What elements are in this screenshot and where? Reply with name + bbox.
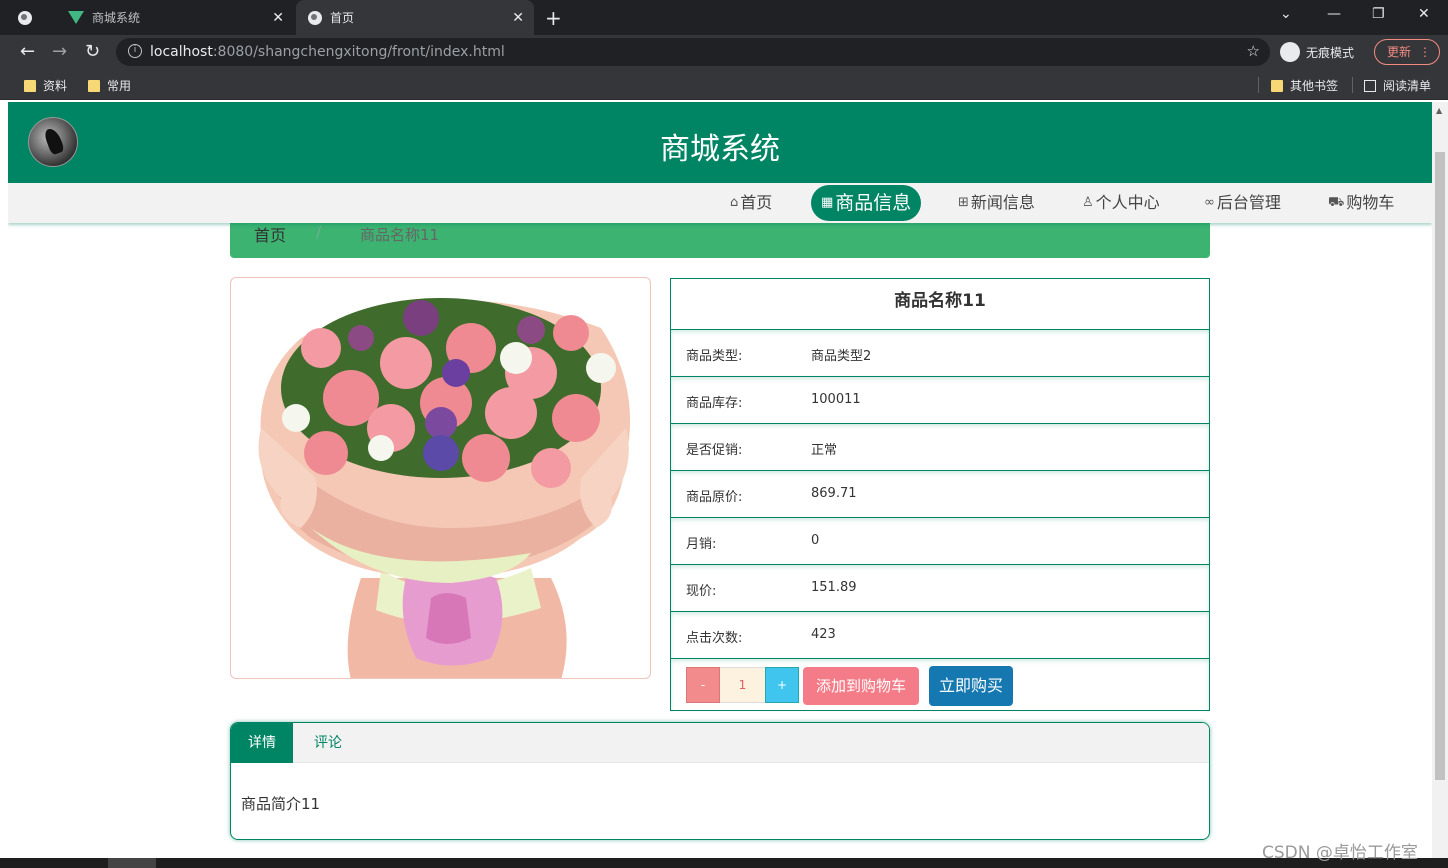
bookmark-other[interactable]: 其他书签 [1271,77,1338,94]
forward-icon[interactable]: → [52,41,67,62]
tab-comments[interactable]: 评论 [297,723,359,763]
scrollbar-thumb[interactable] [1435,152,1445,780]
info-row-clicks: 点击次数: 423 [671,611,1209,658]
field-label: 现价: [686,584,717,599]
field-label: 商品库存: [686,396,743,411]
nav-item-admin[interactable]: ∞ 后台管理 [1204,183,1281,223]
field-value: 423 [811,627,836,642]
back-icon[interactable]: ← [20,41,35,62]
product-image [230,277,651,679]
product-info-panel: 商品名称11 商品类型: 商品类型2 商品库存: 100011 是否促销: 正常… [670,278,1210,711]
nav-item-products[interactable]: ▦ 商品信息 [811,185,922,221]
breadcrumb-current: 商品名称11 [360,226,440,244]
star-icon[interactable]: ☆ [1247,42,1260,60]
globe-icon [18,10,32,25]
quantity-decrease-button[interactable]: - [686,667,720,703]
field-value: 151.89 [811,580,857,595]
field-value: 正常 [811,443,838,458]
info-row-stock: 商品库存: 100011 [671,376,1209,423]
window-close-icon[interactable]: ✕ [1418,6,1430,22]
info-row-monthly-sales: 月销: 0 [671,517,1209,564]
tab-details[interactable]: 详情 [231,723,293,763]
info-row-original-price: 商品原价: 869.71 [671,470,1209,517]
chevron-down-icon[interactable]: ⌄ [1280,6,1292,22]
add-to-cart-button[interactable]: 添加到购物车 [803,667,919,705]
folder-icon [24,79,36,92]
gift-icon: ⊞ [958,195,969,210]
field-value: 商品类型2 [811,349,872,364]
main-nav: ⌂ 首页 ▦ 商品信息 ⊞ 新闻信息 ♙ 个人中心 ∞ 后台管理 ⛟ 购物车 [8,183,1432,223]
browser-tab-title: 商城系统 [92,11,141,25]
reading-list-icon [1364,79,1376,92]
site-header: 商城系统 [8,102,1432,183]
field-value: 0 [811,533,820,548]
info-row-type: 商品类型: 商品类型2 [671,329,1209,376]
page-viewport: 商城系统 ⌂ 首页 ▦ 商品信息 ⊞ 新闻信息 ♙ 个人中心 ∞ 后台管理 ⛟ … [8,102,1432,858]
quantity-increase-button[interactable]: + [765,667,799,703]
page-scrollbar[interactable]: ▲ [1432,102,1448,858]
info-row-current-price: 现价: 151.89 [671,564,1209,611]
nav-item-news[interactable]: ⊞ 新闻信息 [958,183,1035,223]
info-row-promotion: 是否促销: 正常 [671,423,1209,470]
bookmarks-bar: 资料 常用 其他书签 阅读清单 [0,69,1448,100]
buy-now-button[interactable]: 立即购买 [929,666,1013,706]
folder-icon [88,79,100,92]
browser-tab-pinned[interactable] [0,0,50,35]
field-label: 是否促销: [686,443,743,458]
globe-icon [308,10,322,25]
detail-tabs: 详情 评论 商品简介11 [230,722,1210,840]
close-icon[interactable]: ✕ [272,10,284,26]
bookmark-folder[interactable]: 常用 [88,77,131,94]
url-text: localhost:8080/shangchengxitong/front/in… [150,44,505,60]
taskbar-strip [0,858,1448,868]
browser-toolbar: ← → ↻ i localhost:8080/shangchengxitong/… [0,35,1448,69]
bookmark-divider [1258,77,1259,93]
minimize-icon[interactable]: — [1327,6,1341,22]
update-button[interactable]: 更新 [1374,39,1440,65]
nav-item-home[interactable]: ⌂ 首页 [730,183,772,223]
field-label: 月销: [686,537,717,552]
product-description: 商品简介11 [241,795,321,813]
link-icon: ∞ [1204,195,1215,210]
field-label: 商品类型: [686,349,743,364]
tab-header: 详情 评论 [231,723,1209,763]
field-value: 869.71 [811,486,857,501]
field-label: 商品原价: [686,490,743,505]
breadcrumb-separator: / [316,222,322,241]
nav-item-profile[interactable]: ♙ 个人中心 [1082,183,1160,223]
cart-icon: ⛟ [1328,195,1345,210]
breadcrumb-home[interactable]: 首页 [254,222,286,246]
info-icon[interactable]: i [128,44,142,58]
home-icon: ⌂ [730,195,739,210]
folder-icon [1271,79,1283,92]
address-bar[interactable]: i localhost:8080/shangchengxitong/front/… [116,38,1270,66]
bookmark-folder[interactable]: 资料 [24,77,67,94]
browser-tab-shop[interactable]: 商城系统 ✕ [56,0,294,35]
bookmark-divider [1352,77,1353,93]
new-tab-icon[interactable]: + [545,6,562,30]
vue-logo-icon [68,11,84,24]
incognito-icon [1280,42,1300,62]
close-icon[interactable]: ✕ [512,10,524,26]
user-icon: ♙ [1082,195,1094,210]
reload-icon[interactable]: ↻ [85,41,100,62]
watermark: CSDN @卓怡工作室 [1262,843,1418,863]
browser-tab-title: 首页 [330,11,355,25]
site-title: 商城系统 [660,132,780,167]
field-value: 100011 [811,392,861,407]
restore-icon[interactable]: ❐ [1372,6,1385,22]
flower-bouquet-image [258,298,631,678]
taskbar-item [108,858,156,868]
nav-item-cart[interactable]: ⛟ 购物车 [1328,183,1394,223]
quantity-input[interactable]: 1 [720,667,765,703]
purchase-row: - 1 + 添加到购物车 立即购买 [671,658,1209,712]
grid-icon: ▦ [821,195,834,210]
field-label: 点击次数: [686,631,743,646]
reading-list[interactable]: 阅读清单 [1364,77,1431,94]
product-name: 商品名称11 [894,291,986,311]
browser-tab-home[interactable]: 首页 ✕ [296,0,534,35]
scroll-up-icon[interactable]: ▲ [1436,106,1442,115]
browser-tab-strip: 商城系统 ✕ 首页 ✕ + ⌄ — ❐ ✕ [0,0,1448,35]
incognito-badge[interactable]: 无痕模式 [1280,40,1354,64]
